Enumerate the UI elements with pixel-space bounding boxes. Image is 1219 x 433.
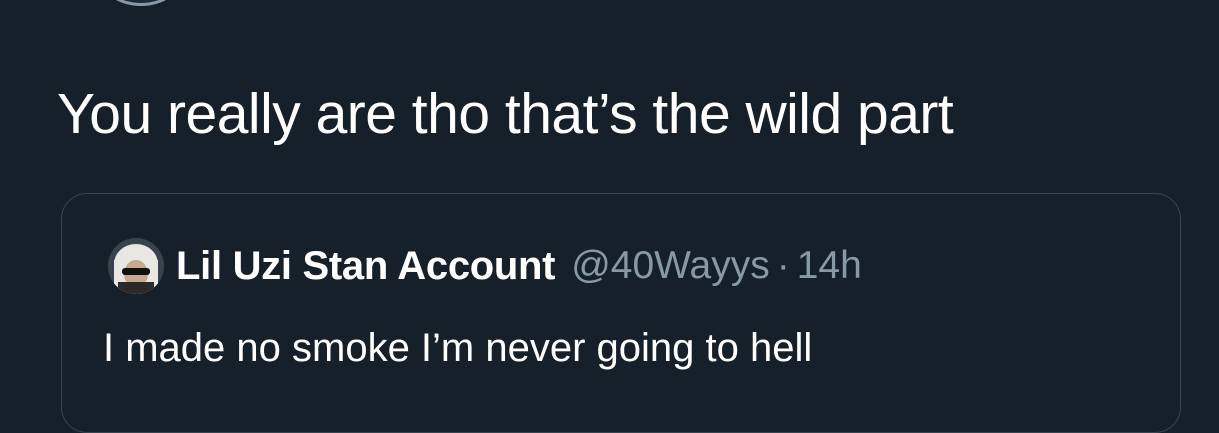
quoted-author-handle[interactable]: @40Wayys (571, 244, 770, 288)
quoted-tweet-text: I made no smoke I’m never going to hell (103, 326, 813, 370)
tweet-text: You really are tho that’s the wild part (57, 82, 954, 146)
quoted-tweet-card[interactable]: Lil Uzi Stan Account @40Wayys · 14h I ma… (61, 193, 1181, 433)
quoted-author-avatar[interactable] (108, 238, 164, 294)
dot-separator: · (776, 244, 790, 287)
author-avatar[interactable] (100, 0, 182, 6)
quoted-tweet-header: Lil Uzi Stan Account @40Wayys · 14h (176, 238, 862, 294)
quoted-tweet-timestamp[interactable]: 14h (797, 244, 862, 288)
quoted-author-name[interactable]: Lil Uzi Stan Account (176, 244, 556, 289)
